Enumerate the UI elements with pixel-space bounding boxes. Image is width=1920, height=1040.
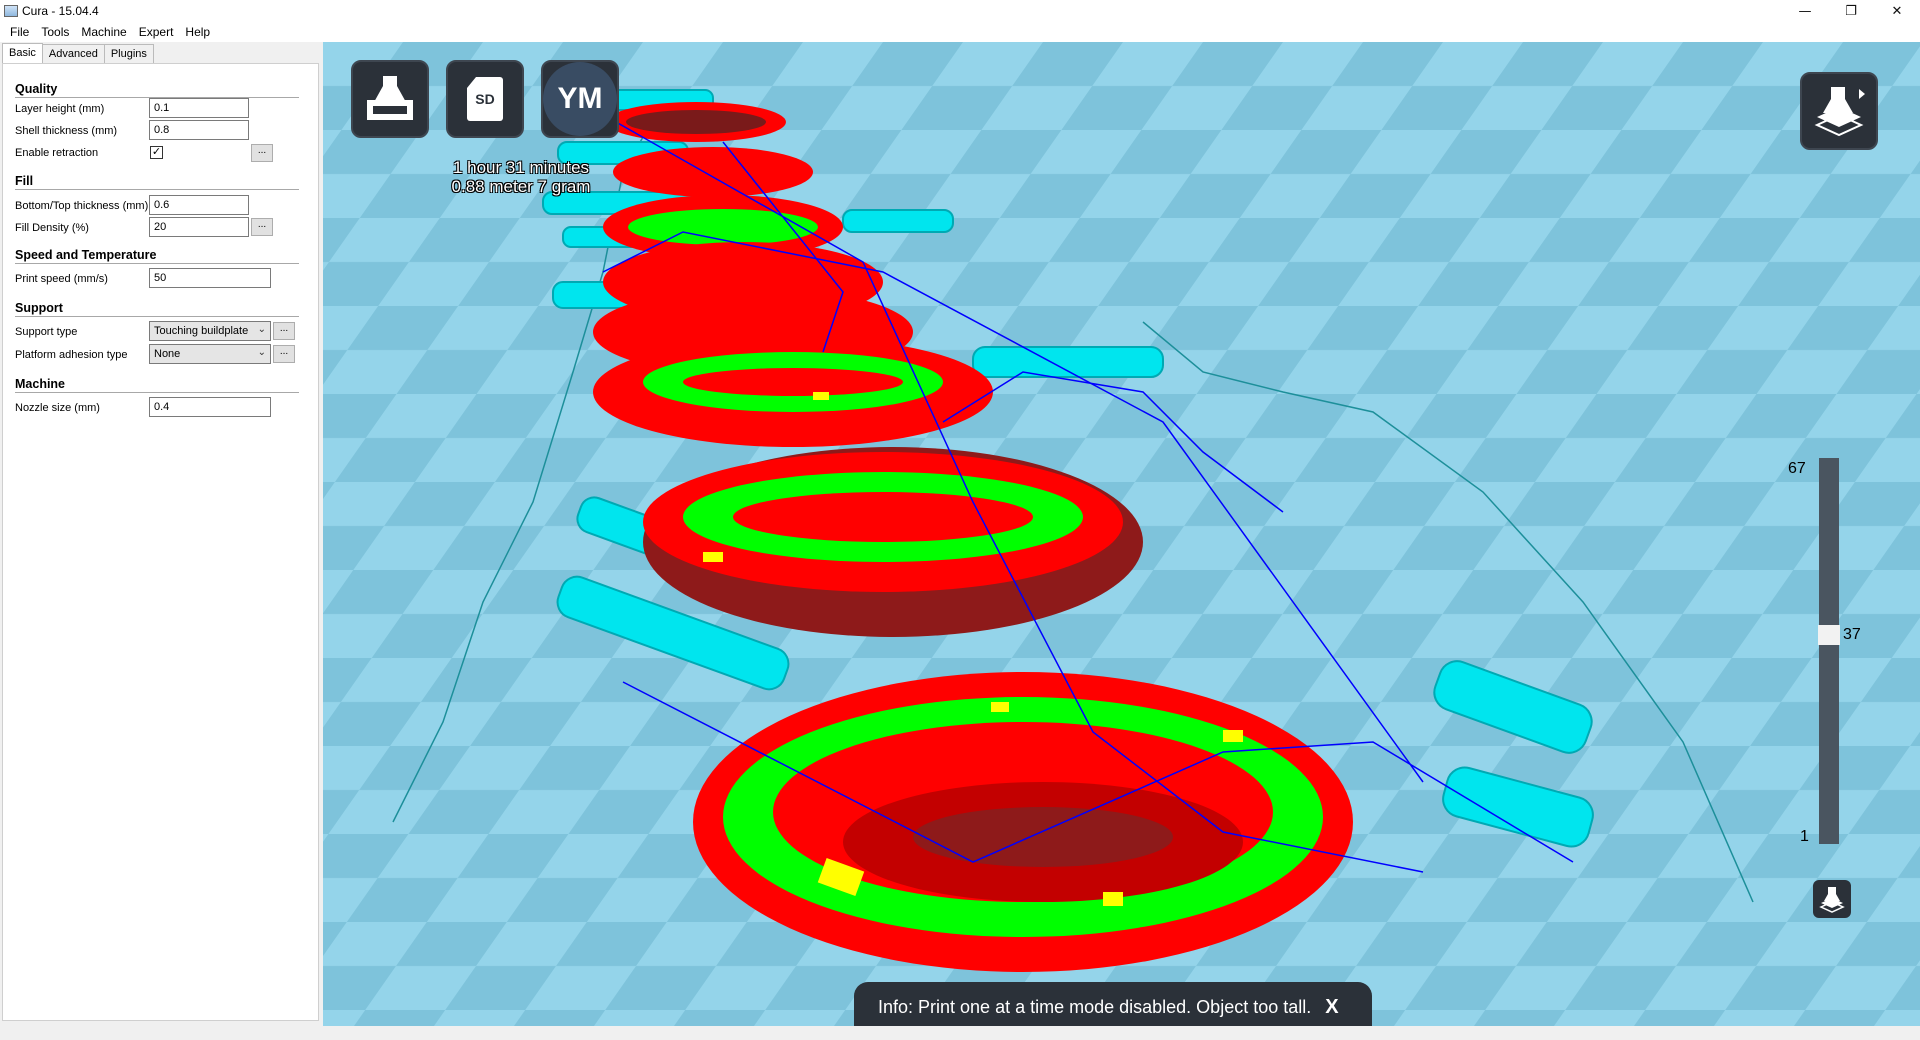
sd-card-icon: SD — [467, 77, 503, 121]
basic-settings: Quality Layer height (mm) 0.1 Shell thic… — [2, 63, 319, 1021]
fill-density-input[interactable]: 20 — [149, 217, 249, 237]
chevron-down-icon: ⌄ — [257, 324, 266, 335]
section-divider — [15, 263, 299, 264]
tab-basic[interactable]: Basic — [2, 43, 43, 64]
app-icon — [4, 5, 18, 17]
section-divider — [15, 316, 299, 317]
load-model-icon — [367, 76, 413, 120]
youmagine-icon: YM — [543, 62, 617, 136]
support-settings-button[interactable]: ... — [273, 322, 295, 340]
status-bar — [0, 1026, 1920, 1040]
menu-machine[interactable]: Machine — [75, 22, 132, 42]
view-mode-button[interactable] — [1800, 72, 1878, 150]
3d-viewport[interactable]: SD YM 1 hour 31 minutes 0.88 meter 7 gra… — [323, 42, 1920, 1026]
section-quality-title: Quality — [15, 82, 58, 96]
section-machine-title: Machine — [15, 377, 66, 391]
tab-plugins[interactable]: Plugins — [103, 44, 154, 63]
adhesion-select[interactable]: None ⌄ — [149, 344, 271, 364]
section-divider — [15, 392, 299, 393]
menu-expert[interactable]: Expert — [133, 22, 180, 42]
minimize-button[interactable]: — — [1782, 0, 1828, 22]
retraction-label: Enable retraction — [15, 147, 99, 159]
support-type-value: Touching buildplate — [154, 325, 249, 337]
layer-min-label: 1 — [1800, 828, 1809, 845]
bottom-top-thickness-label: Bottom/Top thickness (mm) — [15, 200, 149, 212]
layer-slider-handle[interactable] — [1818, 624, 1840, 645]
save-to-sd-button[interactable]: SD — [446, 60, 524, 138]
info-close-button[interactable]: X — [1325, 996, 1338, 1019]
section-support-title: Support — [15, 301, 63, 315]
print-estimate: 1 hour 31 minutes 0.88 meter 7 gram — [421, 158, 621, 196]
maximize-button[interactable]: ❐ — [1828, 0, 1874, 22]
layer-current-label: 37 — [1843, 625, 1861, 643]
menu-help[interactable]: Help — [179, 22, 216, 42]
retraction-settings-button[interactable]: ... — [251, 144, 273, 162]
nozzle-size-label: Nozzle size (mm) — [15, 402, 100, 414]
layer-max-label: 67 — [1788, 460, 1806, 477]
settings-panel: Basic Advanced Plugins Quality Layer hei… — [0, 42, 323, 1026]
info-message: Info: Print one at a time mode disabled.… — [878, 996, 1312, 1017]
layer-height-label: Layer height (mm) — [15, 103, 105, 115]
print-material-text: 0.88 meter 7 gram — [451, 177, 591, 196]
title-bar: Cura - 15.04.4 — ❐ ✕ — [0, 0, 1920, 22]
layers-view-icon — [1819, 887, 1845, 913]
window-controls: — ❐ ✕ — [1782, 0, 1920, 22]
close-button[interactable]: ✕ — [1874, 0, 1920, 22]
shell-thickness-input[interactable]: 0.8 — [149, 120, 249, 140]
support-type-select[interactable]: Touching buildplate ⌄ — [149, 321, 271, 341]
retraction-checkbox[interactable]: ✓ — [150, 146, 163, 159]
menu-bar: File Tools Machine Expert Help — [0, 22, 1920, 42]
menu-tools[interactable]: Tools — [35, 22, 75, 42]
fill-density-label: Fill Density (%) — [15, 222, 89, 234]
adhesion-label: Platform adhesion type — [15, 349, 128, 361]
info-notification: Info: Print one at a time mode disabled.… — [854, 982, 1372, 1026]
print-speed-input[interactable]: 50 — [149, 268, 271, 288]
load-model-button[interactable] — [351, 60, 429, 138]
layers-view-icon — [1814, 87, 1865, 137]
layer-slider-track[interactable] — [1819, 458, 1839, 844]
fill-density-settings-button[interactable]: ... — [251, 218, 273, 236]
view-settings-button[interactable] — [1813, 880, 1851, 918]
print-speed-label: Print speed (mm/s) — [15, 273, 108, 285]
layer-height-input[interactable]: 0.1 — [149, 98, 249, 118]
print-time-text: 1 hour 31 minutes — [452, 158, 590, 177]
section-divider — [15, 189, 299, 190]
shell-thickness-label: Shell thickness (mm) — [15, 125, 118, 137]
tab-advanced[interactable]: Advanced — [41, 44, 105, 63]
menu-file[interactable]: File — [4, 22, 35, 42]
bottom-top-thickness-input[interactable]: 0.6 — [149, 195, 249, 215]
youmagine-button[interactable]: YM — [541, 60, 619, 138]
section-fill-title: Fill — [15, 174, 34, 188]
nozzle-size-input[interactable]: 0.4 — [149, 397, 271, 417]
adhesion-settings-button[interactable]: ... — [273, 345, 295, 363]
support-type-label: Support type — [15, 326, 78, 338]
chevron-down-icon: ⌄ — [257, 347, 266, 358]
adhesion-value: None — [154, 348, 181, 360]
section-speed-title: Speed and Temperature — [15, 248, 157, 262]
settings-tabs: Basic Advanced Plugins — [2, 43, 154, 64]
window-title: Cura - 15.04.4 — [22, 4, 99, 18]
